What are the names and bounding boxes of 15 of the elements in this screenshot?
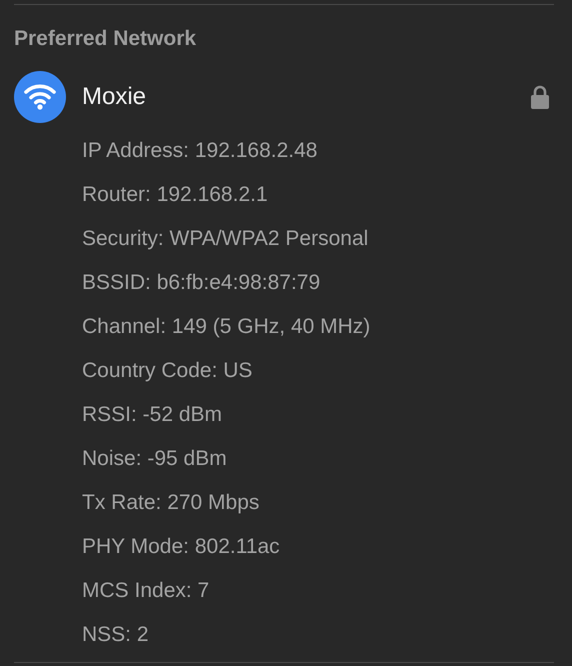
detail-text: RSSI: -52 dBm bbox=[82, 402, 224, 428]
detail-text: Channel: 149 (5 GHz, 40 MHz) bbox=[82, 314, 372, 340]
detail-text: Tx Rate: 270 Mbps bbox=[82, 490, 260, 516]
wifi-icon bbox=[14, 71, 66, 123]
detail-text: IP Address: 192.168.2.48 bbox=[82, 138, 318, 164]
detail-text: Country Code: US bbox=[82, 358, 254, 384]
network-name: Moxie bbox=[82, 83, 148, 111]
detail-text: Security: WPA/WPA2 Personal bbox=[82, 226, 370, 252]
detail-text: NSS: 2 bbox=[82, 622, 150, 648]
section-title: Preferred Network bbox=[14, 26, 198, 52]
detail-text: PHY Mode: 802.11ac bbox=[82, 534, 281, 560]
detail-text: BSSID: b6:fb:e4:98:87:79 bbox=[82, 270, 322, 296]
detail-text: MCS Index: 7 bbox=[82, 578, 210, 604]
detail-text: Noise: -95 dBm bbox=[82, 446, 228, 472]
detail-text: Router: 192.168.2.1 bbox=[82, 182, 269, 208]
